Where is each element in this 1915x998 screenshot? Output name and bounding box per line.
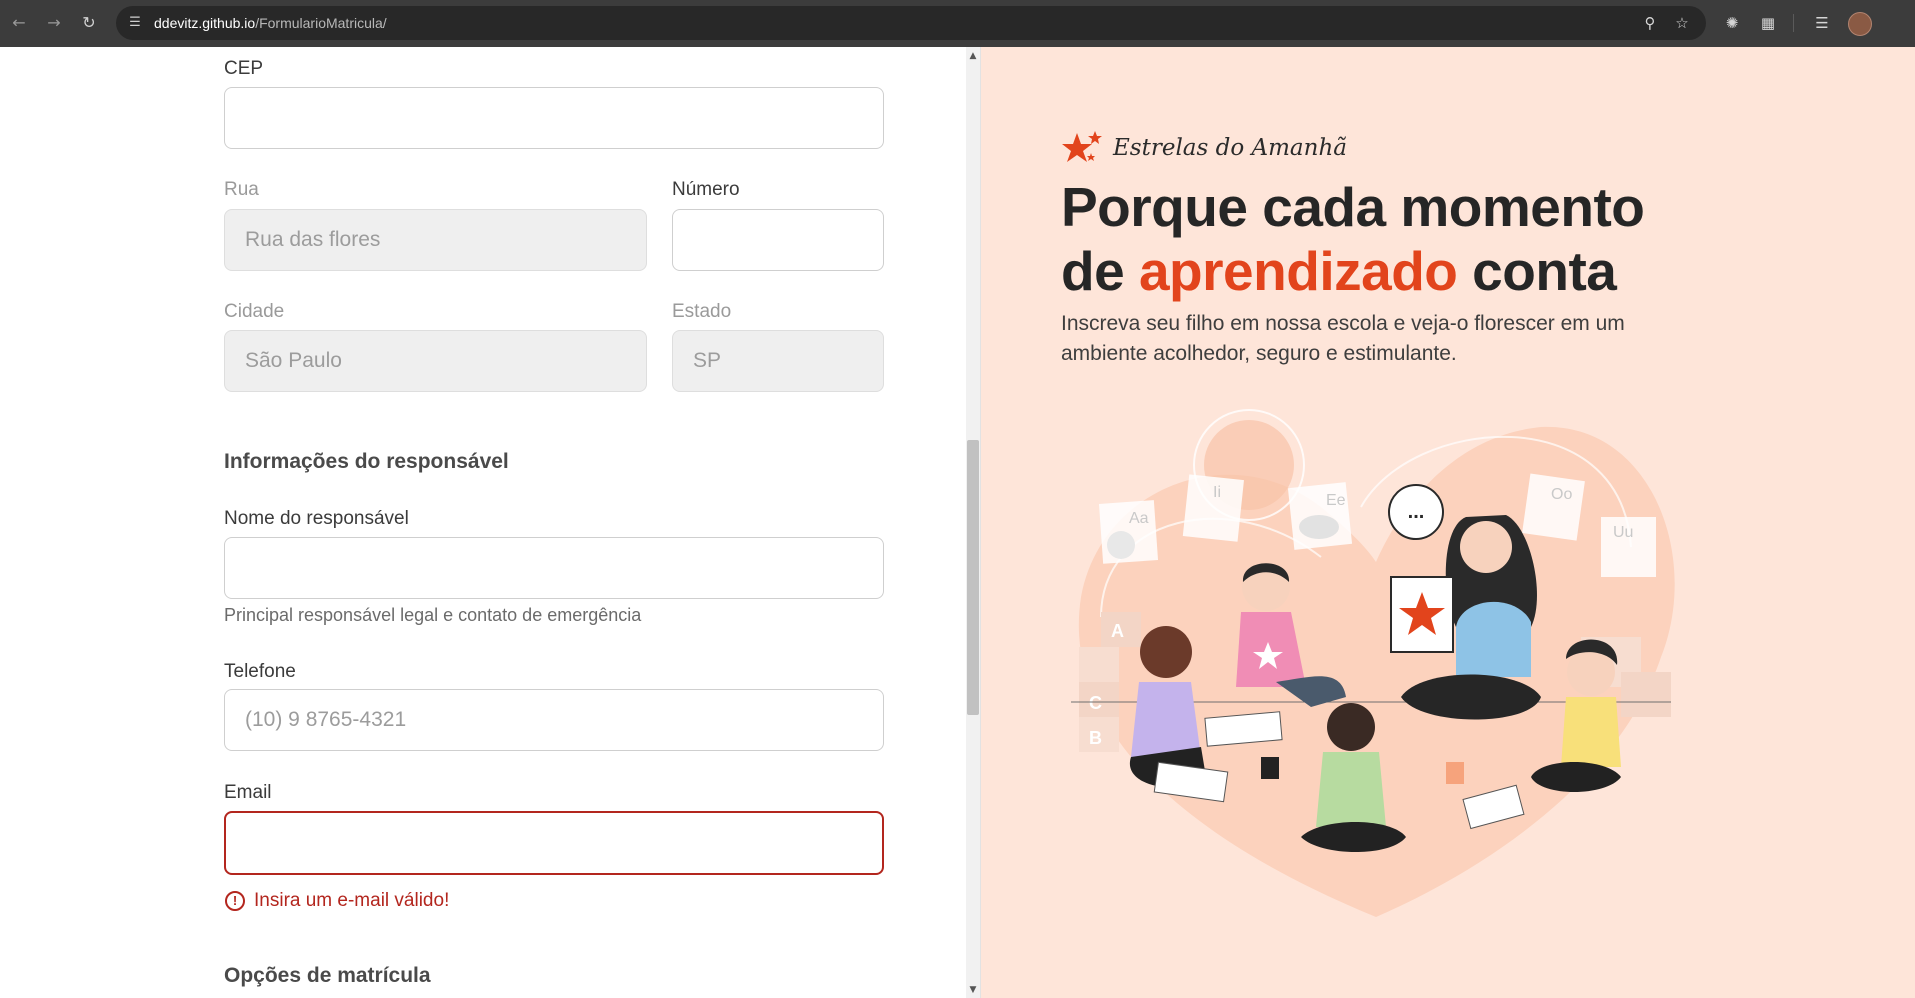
zoom-icon[interactable]: ⚲ xyxy=(1640,13,1660,33)
numero-label: Número xyxy=(672,179,740,200)
telefone-input[interactable]: (10) 9 8765-4321 xyxy=(224,689,884,751)
site-settings-icon[interactable]: ☰ xyxy=(126,14,144,32)
nome-responsavel-helper: Principal responsável legal e contato de… xyxy=(224,605,642,625)
address-bar[interactable]: ☰ ddevitz.github.io/FormularioMatricula/ xyxy=(116,6,1706,40)
bookmark-star-icon[interactable]: ☆ xyxy=(1672,13,1692,33)
responsavel-section-title: Informações do responsável xyxy=(224,450,509,473)
rua-input: Rua das flores xyxy=(224,209,647,271)
block-c: C xyxy=(1089,693,1102,713)
block-a: A xyxy=(1111,621,1124,641)
star-logo-icon xyxy=(1062,131,1102,162)
letter-card-oo: Oo xyxy=(1522,473,1585,541)
email-label: Email xyxy=(224,782,272,803)
headline-line1: Porque cada momento xyxy=(1061,176,1645,238)
hero-subtitle: Inscreva seu filho em nossa escola e vej… xyxy=(1061,312,1625,365)
pencil-cup xyxy=(1261,757,1279,779)
reload-icon[interactable]: ↻ xyxy=(78,12,100,34)
headline-post: conta xyxy=(1457,240,1617,302)
enrollment-form: CEP Rua Rua das flores Número Cidade São… xyxy=(0,47,966,998)
extensions-icon[interactable]: ▦ xyxy=(1758,13,1778,33)
rua-label: Rua xyxy=(224,179,259,200)
letter-card-ii: Ii xyxy=(1182,474,1244,542)
email-error-message: Insira um e-mail válido! xyxy=(254,890,450,911)
card-uu-text: Uu xyxy=(1613,524,1633,541)
letter-card-aa: Aa xyxy=(1098,500,1159,564)
estado-label: Estado xyxy=(672,301,732,322)
scroll-down-arrow-icon[interactable]: ▼ xyxy=(966,983,980,997)
reading-list-icon[interactable]: ☰ xyxy=(1812,13,1832,33)
card-ee-text: Ee xyxy=(1326,492,1346,509)
cep-label: CEP xyxy=(224,58,264,79)
nome-responsavel-label: Nome do responsável xyxy=(224,508,409,529)
url-text[interactable]: ddevitz.github.io/FormularioMatricula/ xyxy=(154,6,387,40)
brand: Estrelas do Amanhã xyxy=(1061,129,1347,169)
form-scrollbar-thumb[interactable] xyxy=(967,440,979,715)
forward-arrow-icon[interactable]: → xyxy=(43,12,65,34)
browser-toolbar: ← → ↻ ☰ ddevitz.github.io/FormularioMatr… xyxy=(0,0,1915,48)
url-host: ddevitz.github.io xyxy=(154,15,256,31)
speech-bubble-text: ... xyxy=(1408,501,1425,523)
cidade-input: São Paulo xyxy=(224,330,647,392)
drawing-paper xyxy=(1204,711,1283,747)
headline-pre: de xyxy=(1061,240,1139,302)
classroom-illustration: Aa Ii Ee Oo Uu A C B ... xyxy=(1071,409,1675,917)
profile-avatar[interactable] xyxy=(1848,12,1872,36)
headline-accent: aprendizado xyxy=(1138,240,1458,302)
url-path: /FormularioMatricula/ xyxy=(255,15,387,31)
cep-input[interactable] xyxy=(224,87,884,149)
card-aa-text: Aa xyxy=(1129,510,1149,527)
telefone-label: Telefone xyxy=(224,661,296,682)
error-icon: ! xyxy=(225,891,245,911)
toolbar-divider xyxy=(1793,14,1794,32)
email-input[interactable] xyxy=(224,811,884,875)
card-ii-text: Ii xyxy=(1213,484,1221,501)
card-oo-text: Oo xyxy=(1551,486,1572,503)
extension-puzzle-icon[interactable]: ✺ xyxy=(1722,13,1742,33)
hero-headline: Porque cada momento de aprendizado conta xyxy=(1061,175,1881,303)
letter-card-uu: Uu xyxy=(1601,517,1656,577)
cidade-label: Cidade xyxy=(224,301,285,322)
opcoes-section-title: Opções de matrícula xyxy=(224,964,431,987)
estado-input: SP xyxy=(672,330,884,392)
pencil-cup-2 xyxy=(1446,762,1464,784)
numero-input[interactable] xyxy=(672,209,884,271)
back-arrow-icon[interactable]: ← xyxy=(8,12,30,34)
hero-panel: Estrelas do Amanhã Porque cada momento d… xyxy=(981,47,1915,998)
letter-card-ee: Ee xyxy=(1287,482,1353,550)
block-b: B xyxy=(1089,728,1102,748)
speech-bubble: ... xyxy=(1388,484,1444,540)
brand-name: Estrelas do Amanhã xyxy=(1113,135,1347,161)
scroll-up-arrow-icon[interactable]: ▲ xyxy=(966,49,980,63)
nome-responsavel-input[interactable] xyxy=(224,537,884,599)
